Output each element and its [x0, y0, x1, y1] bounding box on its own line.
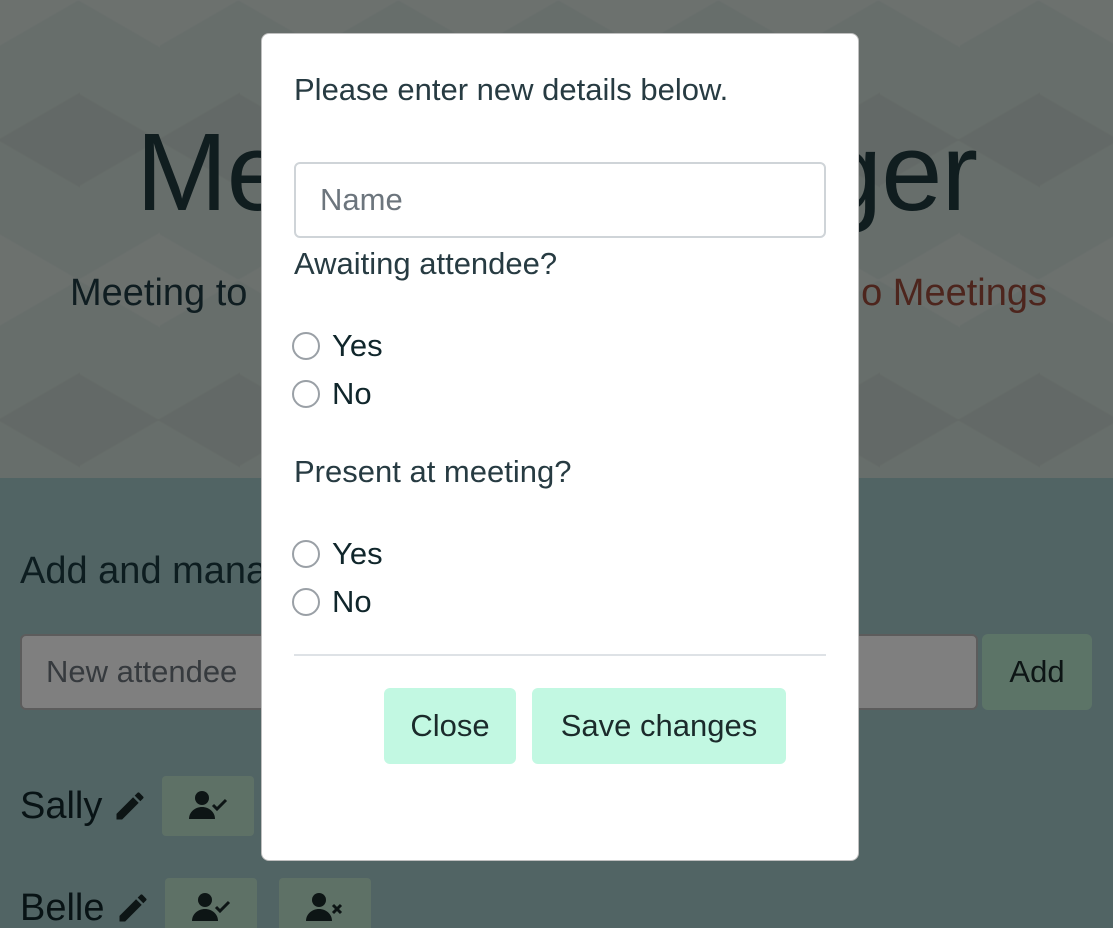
- save-changes-button[interactable]: Save changes: [532, 688, 786, 764]
- awaiting-question-label: Awaiting attendee?: [294, 246, 558, 281]
- present-no-radio[interactable]: [292, 588, 320, 616]
- awaiting-no-radio[interactable]: [292, 380, 320, 408]
- radio-label: Yes: [332, 536, 383, 571]
- modal-intro-text: Please enter new details below.: [294, 72, 729, 107]
- page: Meeting Manager Meeting to o Meetings Ad…: [0, 0, 1113, 928]
- radio-label: Yes: [332, 328, 383, 363]
- radio-label: No: [332, 584, 372, 619]
- present-question-label: Present at meeting?: [294, 454, 572, 489]
- awaiting-yes-radio[interactable]: [292, 332, 320, 360]
- awaiting-no-option[interactable]: No: [292, 374, 372, 414]
- edit-attendee-modal: Please enter new details below. Awaiting…: [261, 33, 859, 861]
- name-input[interactable]: [294, 162, 826, 238]
- close-button[interactable]: Close: [384, 688, 516, 764]
- present-yes-option[interactable]: Yes: [292, 534, 383, 574]
- awaiting-yes-option[interactable]: Yes: [292, 326, 383, 366]
- present-no-option[interactable]: No: [292, 582, 372, 622]
- present-yes-radio[interactable]: [292, 540, 320, 568]
- radio-label: No: [332, 376, 372, 411]
- modal-footer-divider: [294, 654, 826, 656]
